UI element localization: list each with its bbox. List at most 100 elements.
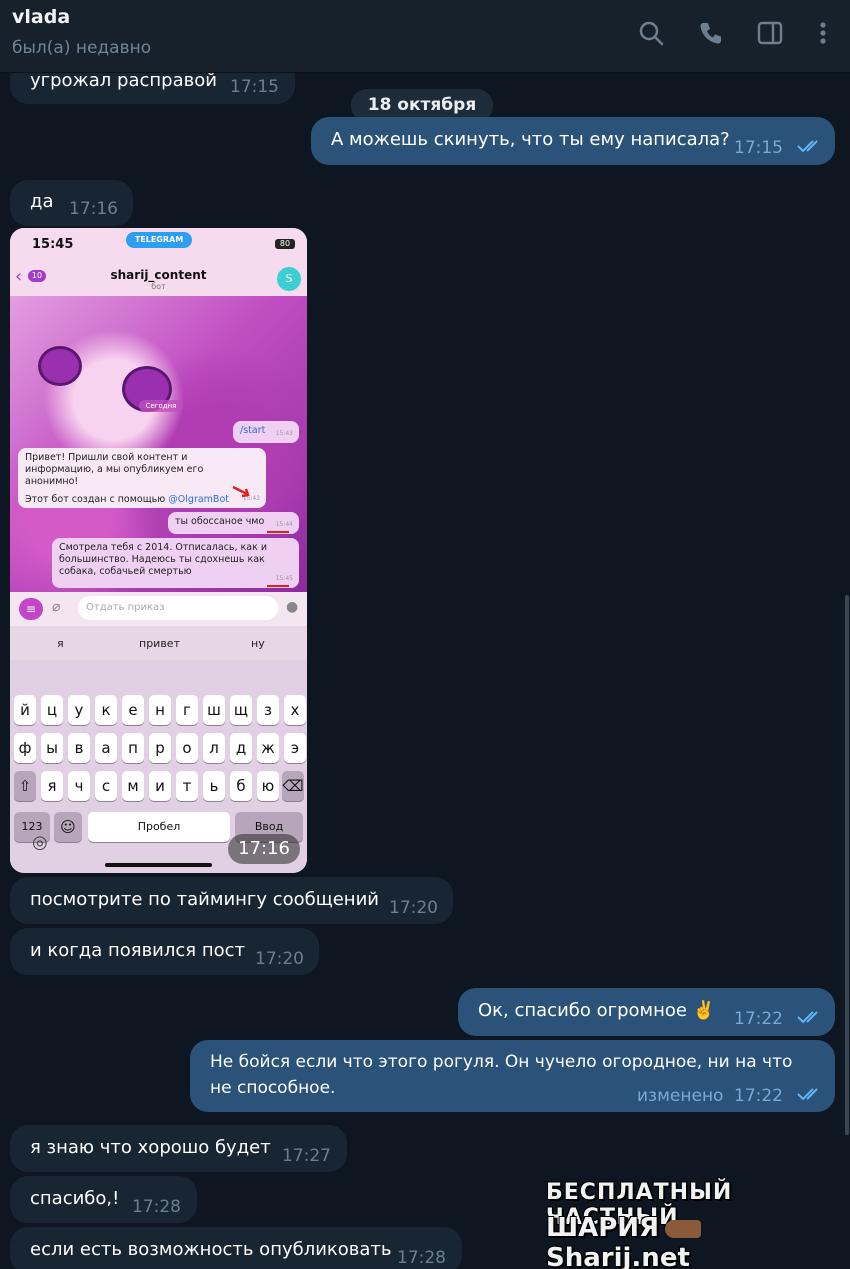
incoming-message[interactable]: и когда появился пост 17:20 xyxy=(10,928,319,975)
message-time: 17:22 xyxy=(734,1086,783,1106)
watermark-site: Sharij.net xyxy=(546,1243,690,1269)
attach-icon: ⌀ xyxy=(52,599,61,615)
incoming-message[interactable]: спасибо,! 17:28 xyxy=(10,1176,197,1223)
contact-status: был(а) недавно xyxy=(12,38,152,58)
message-time: 17:20 xyxy=(255,949,304,969)
message-text: если есть возможность опубликовать xyxy=(30,1239,392,1260)
message-time: 17:20 xyxy=(389,898,438,918)
bot-avatar: S xyxy=(277,267,301,291)
home-indicator xyxy=(105,863,212,867)
phone-bot-bubble: Привет! Пришли свой контент и информацию… xyxy=(18,448,266,508)
red-underline xyxy=(267,531,289,533)
keyboard-key: у xyxy=(68,695,90,725)
watermark-name: ШАРИЯ xyxy=(546,1213,660,1243)
keyboard-key: в xyxy=(68,733,90,763)
message-time: 17:28 xyxy=(132,1197,181,1217)
chat-header: vlada был(а) недавно xyxy=(0,0,850,73)
keyboard-key: ю xyxy=(257,771,279,801)
contact-name[interactable]: vlada xyxy=(12,6,70,28)
keyboard-key: е xyxy=(122,695,144,725)
message-text: посмотрите по таймингу сообщений xyxy=(30,889,379,910)
message-time: 17:15 xyxy=(734,138,783,158)
keyboard-key: а xyxy=(95,733,117,763)
menu-icon: ≡ xyxy=(19,598,43,620)
message-time: 17:15 xyxy=(230,77,279,97)
space-key: Пробел xyxy=(88,812,230,842)
keyboard-key: к xyxy=(95,695,117,725)
phone-chat-header: ‹ 10 sharij_content бот S xyxy=(10,256,307,296)
shift-key: ⇧ xyxy=(14,771,36,801)
read-ticks-icon xyxy=(797,1088,818,1101)
more-icon[interactable] xyxy=(808,18,838,48)
message-text: Ок, спасибо огромное ✌️ xyxy=(478,1000,716,1021)
pointing-hand-icon xyxy=(665,1219,702,1238)
sidebar-toggle-icon[interactable] xyxy=(755,18,785,48)
outgoing-message[interactable]: Не бойся если что этого рогуля. Он чучел… xyxy=(190,1040,835,1112)
incoming-message[interactable]: если есть возможность опубликовать 17:28 xyxy=(10,1227,462,1269)
keyboard-key: ы xyxy=(41,733,63,763)
backspace-key: ⌫ xyxy=(282,771,304,801)
keyboard-key: г xyxy=(176,695,198,725)
keyboard-key: з xyxy=(257,695,279,725)
incoming-message[interactable]: посмотрите по таймингу сообщений 17:20 xyxy=(10,877,453,924)
phone-chat-title: sharij_content xyxy=(110,268,207,282)
phone-input-bar: ≡ ⌀ Отдать приказ ● xyxy=(10,592,307,626)
message-text-line: Не бойся если что этого рогуля. Он чучел… xyxy=(210,1052,793,1072)
keyboard-key: ш xyxy=(203,695,225,725)
message-time: 17:16 xyxy=(69,199,118,219)
phone-icon[interactable] xyxy=(696,18,726,48)
keyboard-key: й xyxy=(14,695,36,725)
incoming-message[interactable]: да 17:16 xyxy=(10,180,133,226)
keyboard-key: л xyxy=(203,733,225,763)
message-time: 17:22 xyxy=(734,1009,783,1029)
keyboard-key: ч xyxy=(68,771,90,801)
message-text: я знаю что хорошо будет xyxy=(30,1137,271,1158)
keyboard-key: ф xyxy=(14,733,36,763)
incoming-message[interactable]: я знаю что хорошо будет 17:27 xyxy=(10,1125,347,1172)
battery-icon: 80 xyxy=(275,239,295,249)
red-underline xyxy=(267,585,289,587)
photo-message[interactable]: 15:45 TELEGRAM 80 ‹ 10 sharij_content бо… xyxy=(10,228,307,873)
read-ticks-icon xyxy=(797,1011,818,1024)
outgoing-message[interactable]: А можешь скинуть, что ты ему написала? 1… xyxy=(311,117,835,165)
read-ticks-icon xyxy=(797,140,818,153)
phone-chat-subtitle: бот xyxy=(151,282,166,291)
keyboard-key: о xyxy=(176,733,198,763)
phone-sent-bubble: Смотрела тебя с 2014. Отписалась, как и … xyxy=(52,538,299,588)
keyboard-key: с xyxy=(95,771,117,801)
message-text: спасибо,! xyxy=(30,1188,120,1209)
suggestion: ну xyxy=(251,637,265,650)
message-text: да xyxy=(30,191,54,212)
watermark-line2: ШАРИЯSharij.net xyxy=(546,1213,836,1269)
keyboard-key: п xyxy=(122,733,144,763)
keyboard-key: т xyxy=(176,771,198,801)
keyboard-key: р xyxy=(149,733,171,763)
keyboard-key: ж xyxy=(257,733,279,763)
message-time: 17:27 xyxy=(282,1146,331,1166)
day-label: Сегодня xyxy=(139,400,183,412)
edited-label: изменено xyxy=(637,1086,724,1106)
telegram-pill: TELEGRAM xyxy=(126,232,192,248)
search-icon[interactable] xyxy=(636,18,666,48)
phone-input-field: Отдать приказ xyxy=(78,596,278,620)
keyboard-key: д xyxy=(230,733,252,763)
keyboard-key: н xyxy=(149,695,171,725)
keyboard-key: х xyxy=(284,695,306,725)
outgoing-message[interactable]: Ок, спасибо огромное ✌️ 17:22 xyxy=(458,988,835,1036)
message-text: и когда появился пост xyxy=(30,940,245,961)
keyboard-key: э xyxy=(284,733,306,763)
red-arrow-icon xyxy=(232,485,250,498)
wallpaper-eye xyxy=(38,346,82,386)
keyboard-key: ь xyxy=(203,771,225,801)
keyboard-key: и xyxy=(149,771,171,801)
keyboard-key: щ xyxy=(230,695,252,725)
mic-icon: ● xyxy=(286,599,299,615)
chat-scrollbar[interactable] xyxy=(845,595,849,1135)
emoji-key: ☺ xyxy=(54,812,82,842)
phone-status-bar: 15:45 TELEGRAM 80 xyxy=(10,228,307,256)
suggestion: привет xyxy=(139,637,180,650)
globe-icon: ◎ xyxy=(32,832,48,853)
keyboard-key: я xyxy=(41,771,63,801)
keyboard-key: ц xyxy=(41,695,63,725)
message-time: 17:28 xyxy=(397,1248,446,1268)
